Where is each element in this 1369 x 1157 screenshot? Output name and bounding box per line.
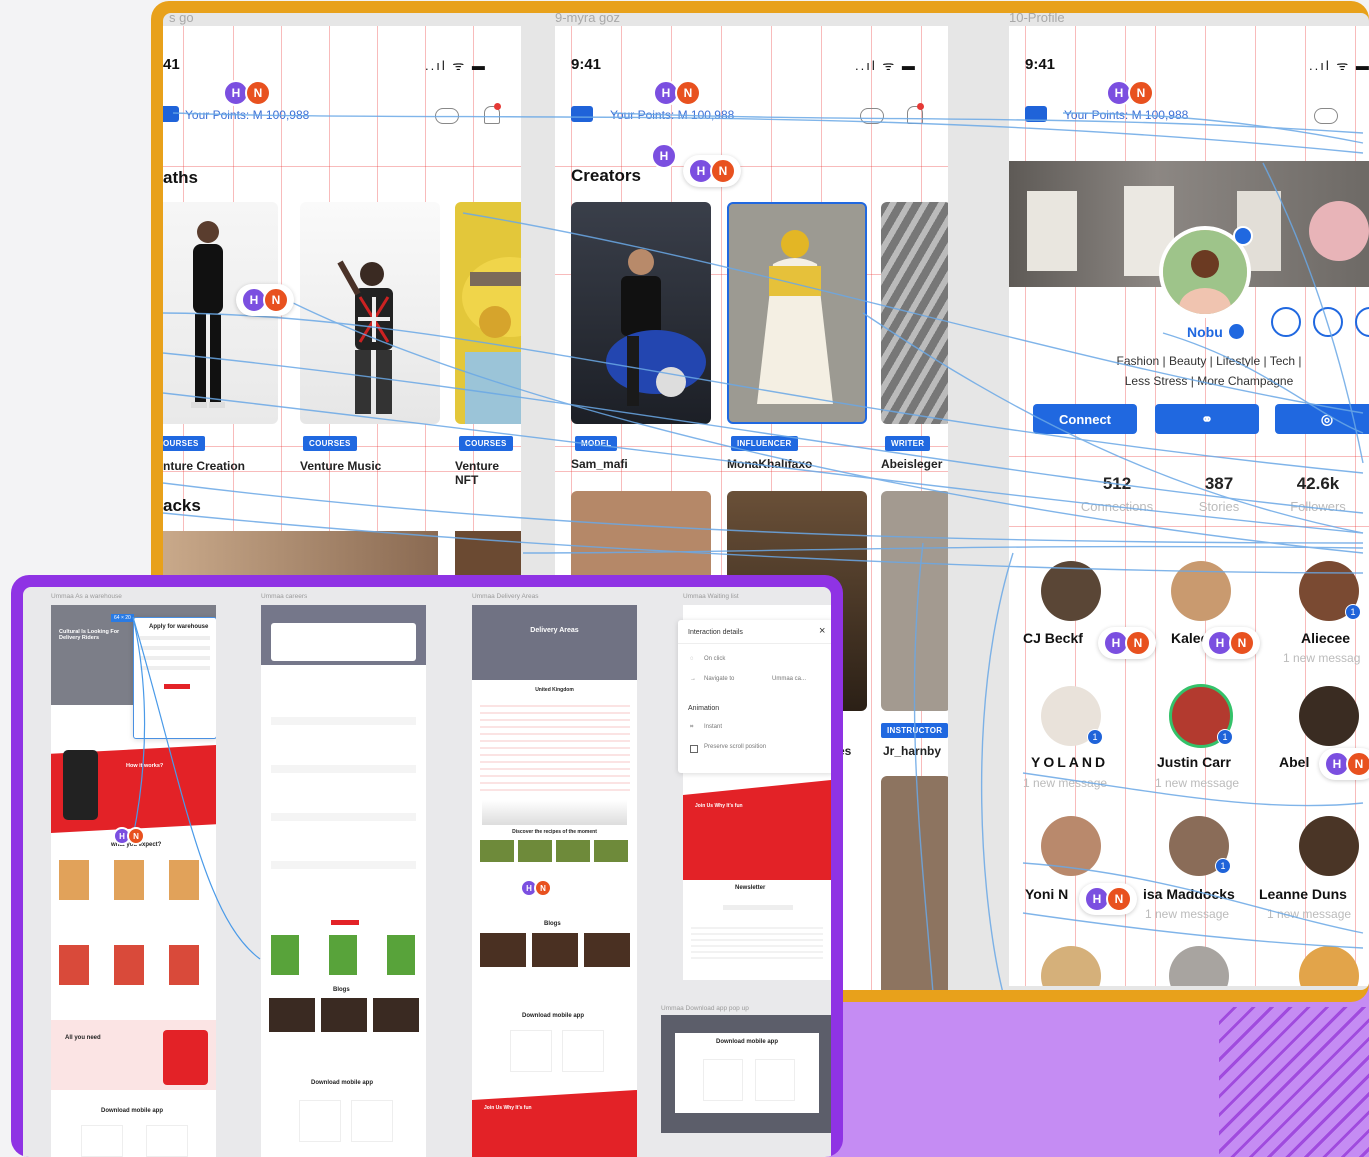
collaborator-n[interactable]: N [675, 80, 701, 106]
collaborator-avatars[interactable]: HN [223, 80, 271, 106]
collaborator-avatars[interactable]: HN [1079, 883, 1137, 915]
collaborator-avatars[interactable]: HN [520, 879, 552, 897]
collaborator-avatars[interactable]: HN [653, 80, 701, 106]
web-pages-canvas: Ummaa As a warehouse Ummaa careers Ummaa… [23, 587, 831, 1157]
prototype-arrows [132, 616, 261, 960]
purple-backdrop [760, 985, 1369, 1157]
collaborator-n[interactable]: N [1346, 751, 1369, 777]
collaborator-avatars[interactable]: HN [236, 284, 294, 316]
collaborator-avatars[interactable]: HN [683, 155, 741, 187]
collaborator-n[interactable]: N [1106, 886, 1132, 912]
collaborator-n[interactable]: N [245, 80, 271, 106]
collaborator-n[interactable]: N [127, 827, 145, 845]
collaborator-avatars[interactable]: HN [1319, 748, 1369, 780]
collaborator-avatars[interactable]: HN [113, 827, 145, 845]
collaborator-avatars[interactable]: HN [1098, 627, 1156, 659]
web-pages-frame: Ummaa As a warehouse Ummaa careers Ummaa… [11, 575, 843, 1157]
collaborator-n[interactable]: N [263, 287, 289, 313]
collaborator-avatars[interactable]: HN [1106, 80, 1154, 106]
collaborator-h[interactable]: H [651, 143, 677, 169]
collaborator-n[interactable]: N [1128, 80, 1154, 106]
collaborator-n[interactable]: N [534, 879, 552, 897]
collaborator-avatars[interactable]: HN [1202, 627, 1260, 659]
collaborator-n[interactable]: N [1125, 630, 1151, 656]
collaborator-n[interactable]: N [1229, 630, 1255, 656]
collaborator-n[interactable]: N [710, 158, 736, 184]
stripe-pattern [1219, 1007, 1369, 1157]
